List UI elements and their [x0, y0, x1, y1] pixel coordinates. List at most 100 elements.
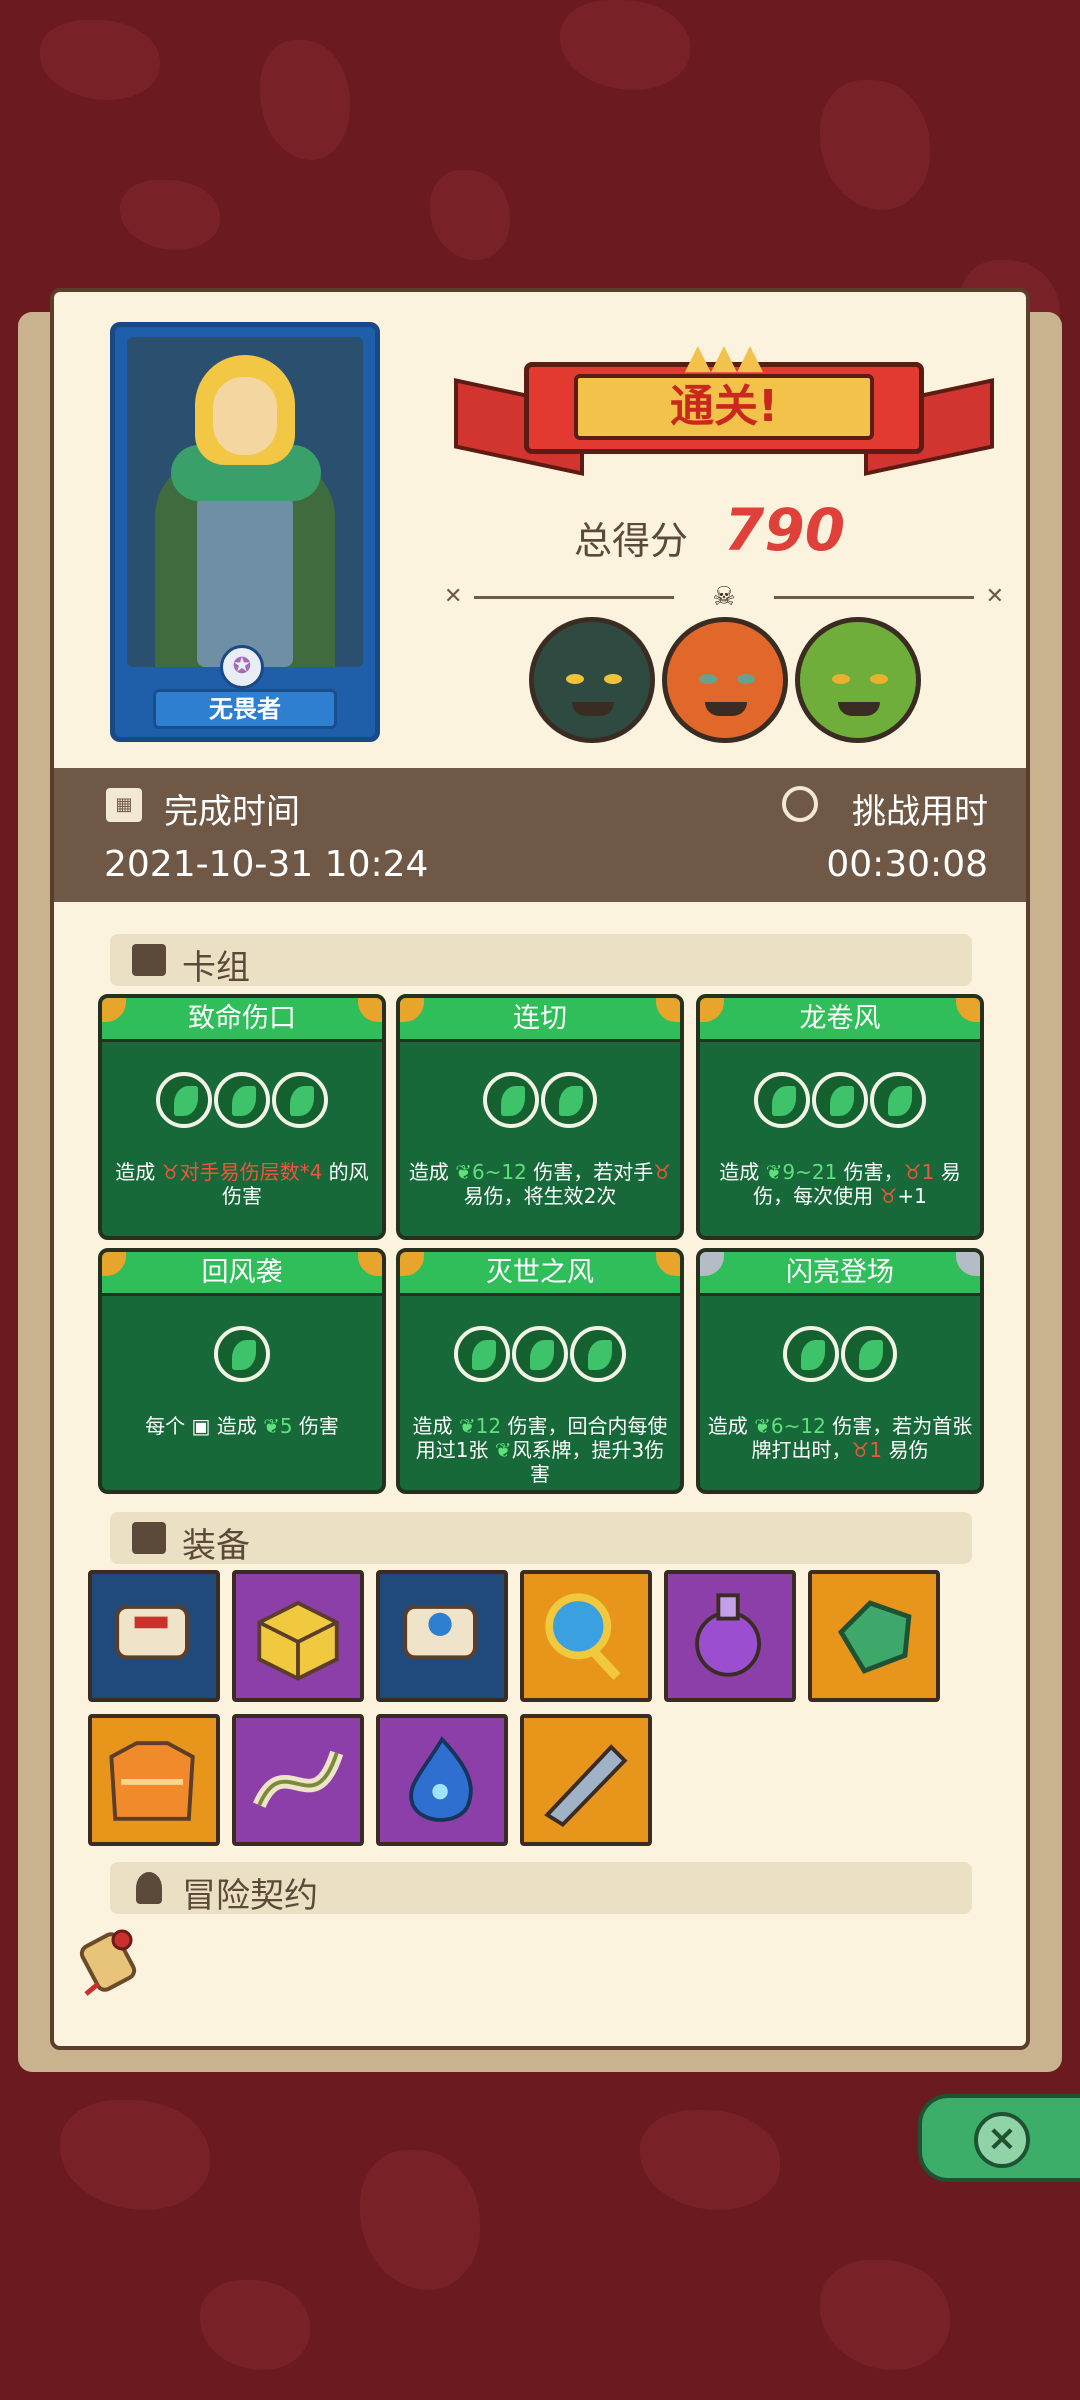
- deck-card[interactable]: 致命伤口造成 ♉对手易伤层数*4 的风伤害: [98, 994, 386, 1240]
- card-description-text: 伤害，若对手: [526, 1160, 654, 1184]
- card-icon: ▣: [191, 1414, 211, 1438]
- card-description-text: +1: [897, 1184, 927, 1208]
- victory-banner-text: 通关!: [574, 374, 874, 440]
- cards-icon: [132, 944, 166, 976]
- blue-flame-spirit-icon[interactable]: [376, 1714, 508, 1846]
- boss-portrait-armored-knight: [529, 617, 655, 743]
- arrow-fletch-icon: ✕: [444, 584, 463, 609]
- wind-orb-icon: [541, 1072, 597, 1128]
- contract-title: 冒险契约: [182, 1876, 318, 1916]
- card-cost-orbs: [102, 1326, 382, 1386]
- bull-icon: ♉: [161, 1160, 180, 1184]
- wind-orb-icon: [870, 1072, 926, 1128]
- wind-orb-icon: [272, 1072, 328, 1128]
- wind-orb-icon: [454, 1326, 510, 1382]
- finish-time-label: 完成时间: [164, 792, 300, 832]
- boss-portrait-golden-goblin-king: [795, 617, 921, 743]
- card-description-text: 风系牌，提升3伤害: [511, 1438, 665, 1486]
- calendar-icon: ▦: [106, 788, 142, 822]
- deck-card[interactable]: 闪亮登场造成 ❦6~12 伤害，若为首张牌打出时，♉1 易伤: [696, 1248, 984, 1494]
- leaf-icon: ❦: [754, 1414, 771, 1438]
- wind-orb-icon: [156, 1072, 212, 1128]
- close-icon[interactable]: ×: [974, 2112, 1030, 2168]
- wind-orb-icon: [570, 1326, 626, 1382]
- contract-section-header: 冒险契约: [110, 1862, 972, 1916]
- card-description-text: 伤害: [292, 1414, 339, 1438]
- green-gem-icon[interactable]: [808, 1570, 940, 1702]
- card-description-text: 伤害，: [837, 1160, 904, 1184]
- equipment-section-header: 装备: [110, 1512, 972, 1566]
- card-description-text: 造成: [707, 1414, 755, 1438]
- leaf-icon: ❦: [494, 1438, 512, 1462]
- card-description: 造成 ❦6~12 伤害，若为首张牌打出时，♉1 易伤: [706, 1414, 974, 1462]
- card-value: 12: [475, 1414, 502, 1438]
- card-cost-orbs: [102, 1072, 382, 1132]
- broken-blade-icon[interactable]: [520, 1714, 652, 1846]
- boss-portrait-orange-ogre: [662, 617, 788, 743]
- card-title: 回风袭: [102, 1252, 382, 1296]
- wind-orb-icon: [214, 1072, 270, 1128]
- blue-orb-amulet-icon[interactable]: [520, 1570, 652, 1702]
- equipment-title: 装备: [182, 1526, 250, 1566]
- card-description: 造成 ❦12 伤害，回合内每使用过1张 ❦风系牌，提升3伤害: [406, 1414, 674, 1486]
- card-description-text: 易伤，将生效2次: [463, 1184, 617, 1208]
- orange-sweater-icon[interactable]: [88, 1714, 220, 1846]
- card-description-text: 造成: [115, 1160, 162, 1184]
- results-panel: ✪ 无畏者 ▲▲▲ 通关! 总得分 790 ✕ ☠ ✕ ▦ 完成时间 挑战用时 …: [50, 288, 1030, 2050]
- challenge-time-label: 挑战用时: [852, 792, 988, 832]
- card-cost-orbs: [700, 1072, 980, 1132]
- hero-card[interactable]: ✪ 无畏者: [110, 322, 380, 742]
- time-bar: ▦ 完成时间 挑战用时 2021-10-31 10:24 00:30:08: [54, 768, 1026, 902]
- card-description-text: 每个: [145, 1414, 192, 1438]
- deck-card[interactable]: 回风袭每个 ▣ 造成 ❦5 伤害: [98, 1248, 386, 1494]
- deck-section-header: 卡组: [110, 934, 972, 988]
- snowflake-scroll-icon[interactable]: [376, 1570, 508, 1702]
- card-description-text: 造成: [210, 1414, 264, 1438]
- golden-block-icon[interactable]: [232, 1570, 364, 1702]
- crown-icon: ▲▲▲: [684, 337, 764, 377]
- contract-scroll-icon[interactable]: [78, 1924, 144, 1998]
- card-description: 造成 ♉对手易伤层数*4 的风伤害: [108, 1160, 376, 1208]
- tangled-vine-icon[interactable]: [232, 1714, 364, 1846]
- card-cost-orbs: [400, 1326, 680, 1386]
- wind-orb-icon: [512, 1326, 568, 1382]
- cube-icon: [132, 1522, 166, 1554]
- wind-orb-icon: [483, 1072, 539, 1128]
- boss-divider: ✕ ☠ ✕: [444, 582, 1004, 612]
- purple-potion-icon[interactable]: [664, 1570, 796, 1702]
- deck-card[interactable]: 连切 造成 ❦6~12 伤害，若对手♉ 易伤，将生效2次: [396, 994, 684, 1240]
- card-cost-orbs: [400, 1072, 680, 1132]
- card-value: 6~12: [471, 1160, 527, 1184]
- leaf-icon: ❦: [263, 1414, 280, 1438]
- card-value: 1: [869, 1438, 883, 1462]
- card-value: 9~21: [782, 1160, 838, 1184]
- wind-orb-icon: [783, 1326, 839, 1382]
- score-label: 总得分: [574, 519, 689, 563]
- leaf-icon: ❦: [765, 1160, 783, 1184]
- card-description-text: 造成: [408, 1160, 456, 1184]
- card-value: 5: [279, 1414, 293, 1438]
- card-cost-orbs: [700, 1326, 980, 1386]
- leaf-icon: ❦: [458, 1414, 476, 1438]
- red-scroll-icon[interactable]: [88, 1570, 220, 1702]
- wind-orb-icon: [754, 1072, 810, 1128]
- deck-title: 卡组: [182, 948, 250, 988]
- card-description: 每个 ▣ 造成 ❦5 伤害: [108, 1414, 376, 1438]
- challenge-time-value: 00:30:08: [826, 844, 988, 885]
- close-tab[interactable]: ×: [918, 2094, 1080, 2182]
- card-title: 龙卷风: [700, 998, 980, 1042]
- card-description-text: 造成: [719, 1160, 766, 1184]
- deck-card[interactable]: 龙卷风造成 ❦9~21 伤害，♉1 易伤，每次使用 ♉+1: [696, 994, 984, 1240]
- card-description: 造成 ❦9~21 伤害，♉1 易伤，每次使用 ♉+1: [706, 1160, 974, 1208]
- deck-card[interactable]: 灭世之风造成 ❦12 伤害，回合内每使用过1张 ❦风系牌，提升3伤害: [396, 1248, 684, 1494]
- card-value: 1: [921, 1160, 935, 1184]
- person-icon: [136, 1872, 162, 1904]
- arrow-fletch-icon: ✕: [985, 584, 1004, 609]
- skull-icon: ☠: [712, 582, 736, 612]
- card-description-text: 易伤: [882, 1438, 929, 1462]
- victory-ribbon: ▲▲▲ 通关!: [454, 332, 994, 482]
- card-title: 闪亮登场: [700, 1252, 980, 1296]
- card-title: 致命伤口: [102, 998, 382, 1042]
- wind-orb-icon: [812, 1072, 868, 1128]
- card-title: 灭世之风: [400, 1252, 680, 1296]
